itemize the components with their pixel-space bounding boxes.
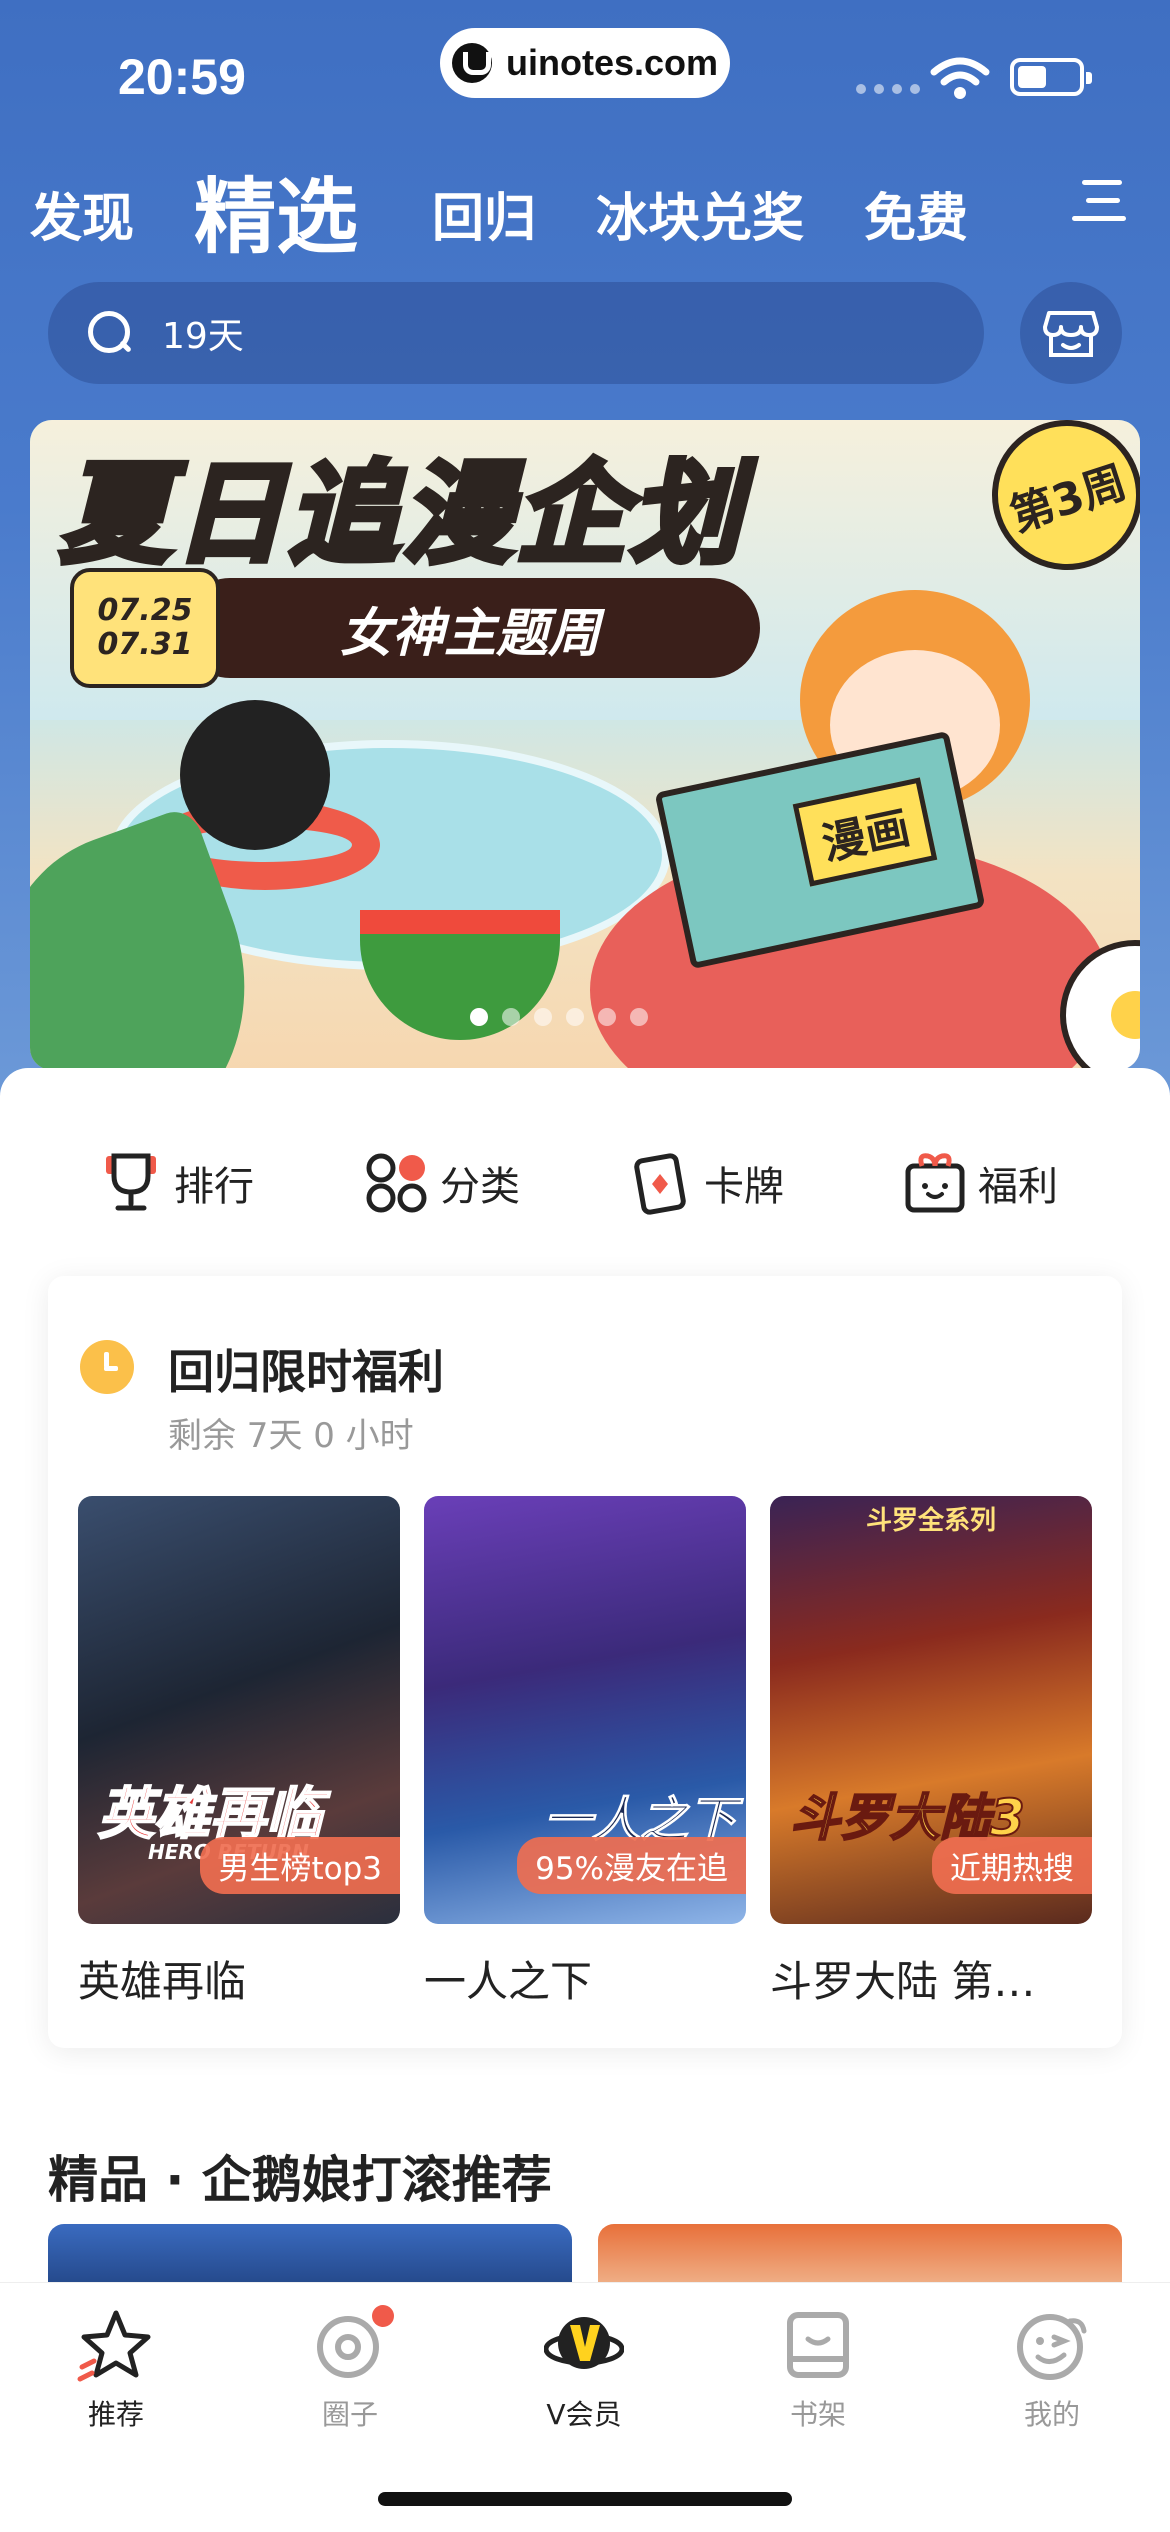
tab-circle-label: 圈子 <box>321 2398 378 2431</box>
cover-header: 斗罗全系列 <box>865 1506 996 1536</box>
tab-recommend-label: 推荐 <box>87 2398 144 2431</box>
quick-category[interactable]: 分类 <box>362 1138 520 1228</box>
card-icon <box>634 1153 686 1215</box>
banner-page-indicator <box>470 1008 648 1026</box>
comic-tag: 95%漫友在追 <box>517 1837 746 1894</box>
quick-category-label: 分类 <box>440 1164 520 1210</box>
search-icon <box>88 311 132 355</box>
comic-tag: 近期热搜 <box>932 1837 1092 1894</box>
quick-welfare-label: 福利 <box>978 1164 1058 1210</box>
search-input[interactable]: 19天 <box>48 282 984 384</box>
tab-free[interactable]: 免费 <box>864 176 968 251</box>
tab-featured[interactable]: 精选 <box>194 150 358 269</box>
quick-cards[interactable]: 卡牌 <box>626 1138 784 1228</box>
comic-cover[interactable]: 英雄再临 HERO RETURN 男生榜top3 <box>78 1496 400 1924</box>
comic-cover[interactable]: 斗罗全系列 斗罗大陆3 近期热搜 <box>770 1496 1092 1924</box>
tab-vip[interactable]: V会员 <box>504 2305 664 2433</box>
shop-button[interactable] <box>1020 282 1122 384</box>
welfare-title: 回归限时福利 <box>168 1345 444 1399</box>
comic-tag: 男生榜top3 <box>200 1837 400 1894</box>
tab-bookshelf-label: 书架 <box>789 2398 846 2431</box>
shop-icon <box>1043 311 1099 357</box>
banner-date-start: 07.25 <box>97 592 193 628</box>
quick-ranking[interactable]: 排行 <box>96 1138 254 1228</box>
wifi-icon <box>930 57 990 99</box>
banner-theme: 女神主题周 <box>180 578 760 678</box>
gift-icon <box>905 1153 965 1213</box>
welfare-remaining: 剩余 7天 0 小时 <box>168 1416 414 1456</box>
status-bar: 20:59 uinotes.com <box>0 0 1170 140</box>
quick-ranking-label: 排行 <box>174 1164 254 1210</box>
url-text: uinotes.com <box>505 42 719 83</box>
tab-circle[interactable]: 圈子 <box>270 2305 430 2433</box>
notification-badge <box>372 2305 394 2327</box>
tab-recommend[interactable]: 推荐 <box>36 2305 196 2433</box>
battery-icon <box>1010 58 1092 96</box>
category-icon <box>366 1153 427 1213</box>
quick-cards-label: 卡牌 <box>704 1164 784 1210</box>
clock-icon <box>80 1340 134 1394</box>
penguin-illustration <box>180 700 330 850</box>
search-placeholder: 19天 <box>162 316 244 357</box>
banner-title: 夏日追漫企划 <box>57 447 744 581</box>
promo-banner[interactable]: 漫画 夏日追漫企划 第3周 女神主题周 07.25 07.31 <box>30 420 1140 1070</box>
star-icon <box>77 2310 151 2382</box>
trophy-icon <box>106 1153 156 1211</box>
profile-icon <box>1017 2314 1087 2380</box>
comic-item[interactable]: 一人之下 95%漫友在追 一人之下 <box>424 1496 746 2009</box>
tab-profile[interactable]: 我的 <box>972 2305 1132 2433</box>
bookshelf-icon <box>787 2312 849 2378</box>
url-pill[interactable]: uinotes.com <box>440 28 730 98</box>
comic-cover[interactable]: 一人之下 95%漫友在追 <box>424 1496 746 1924</box>
site-logo-icon <box>451 43 492 83</box>
tab-ice-redeem[interactable]: 冰块兑奖 <box>596 176 804 251</box>
status-time: 20:59 <box>118 49 246 105</box>
menu-icon[interactable] <box>1072 180 1126 224</box>
comic-title: 英雄再临 <box>78 1957 247 2006</box>
comic-title: 斗罗大陆 第… <box>770 1957 1036 2006</box>
quick-welfare[interactable]: 福利 <box>900 1138 1058 1228</box>
banner-date-end: 07.31 <box>97 627 193 662</box>
comic-item[interactable]: 英雄再临 HERO RETURN 男生榜top3 英雄再临 <box>78 1496 400 2009</box>
signal-icon <box>856 84 920 94</box>
banner-dates: 07.25 07.31 <box>70 568 220 688</box>
comic-item[interactable]: 斗罗全系列 斗罗大陆3 近期热搜 斗罗大陆 第… <box>770 1496 1092 2009</box>
vip-icon <box>544 2317 624 2369</box>
tab-return[interactable]: 回归 <box>432 176 536 251</box>
quick-actions: 排行 分类 卡牌 福利 <box>0 1138 1170 1228</box>
section-title: 精品 · 企鹅娘打滚推荐 <box>48 2151 552 2209</box>
tab-discover[interactable]: 发现 <box>30 176 134 251</box>
tab-vip-label: V会员 <box>546 2398 622 2431</box>
tab-bookshelf[interactable]: 书架 <box>738 2305 898 2433</box>
comic-title: 一人之下 <box>424 1957 593 2006</box>
home-indicator <box>378 2492 792 2506</box>
tab-profile-label: 我的 <box>1023 2398 1080 2431</box>
top-nav: 发现 精选 回归 冰块兑奖 免费 <box>0 150 1170 265</box>
